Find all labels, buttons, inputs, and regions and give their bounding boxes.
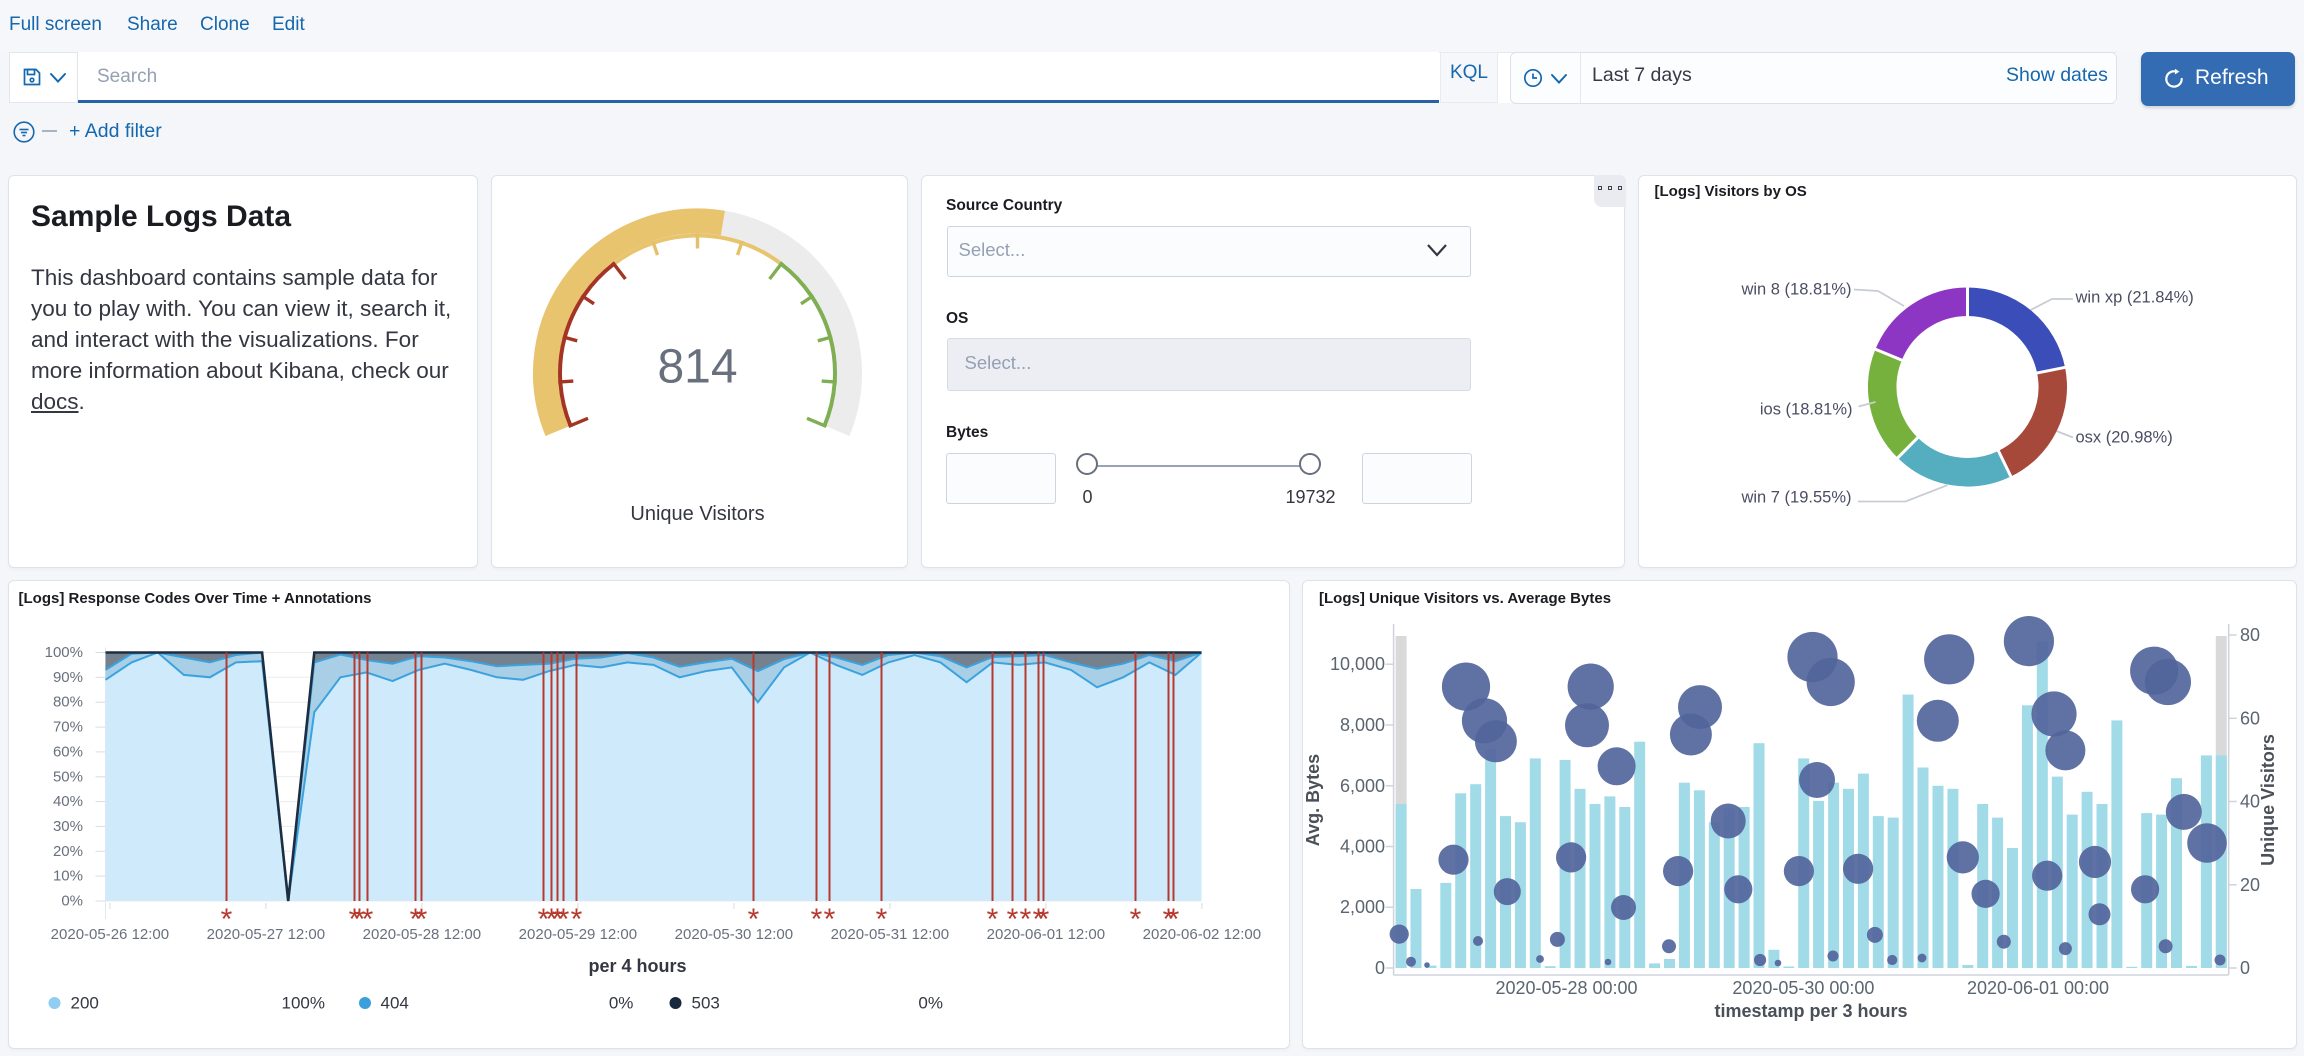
svg-text:2020-05-27 12:00: 2020-05-27 12:00 xyxy=(206,926,324,943)
svg-text:0: 0 xyxy=(1375,958,1385,978)
svg-text:0: 0 xyxy=(2240,958,2250,978)
svg-text:Avg. Bytes: Avg. Bytes xyxy=(1303,754,1323,846)
svg-text:80%: 80% xyxy=(52,694,82,711)
svg-text:10,000: 10,000 xyxy=(1330,654,1385,674)
svg-text:60: 60 xyxy=(2240,708,2260,728)
svg-text:per 4 hours: per 4 hours xyxy=(588,956,686,976)
svg-text:50%: 50% xyxy=(52,768,82,785)
svg-text:90%: 90% xyxy=(52,669,82,686)
svg-text:503: 503 xyxy=(691,994,719,1013)
svg-text:0%: 0% xyxy=(918,994,943,1013)
svg-text:Unique Visitors: Unique Visitors xyxy=(2258,734,2278,866)
svg-text:2020-06-01 00:00: 2020-06-01 00:00 xyxy=(1967,978,2109,998)
svg-text:ios (18.81%): ios (18.81%) xyxy=(1759,400,1852,418)
svg-text:60%: 60% xyxy=(52,743,82,760)
svg-text:win xp (21.84%): win xp (21.84%) xyxy=(2074,288,2193,306)
svg-text:2020-05-26 12:00: 2020-05-26 12:00 xyxy=(50,926,168,943)
svg-text:30%: 30% xyxy=(52,818,82,835)
svg-text:2020-05-28 00:00: 2020-05-28 00:00 xyxy=(1495,978,1637,998)
svg-text:10%: 10% xyxy=(52,868,82,885)
svg-text:4,000: 4,000 xyxy=(1340,837,1385,857)
svg-text:70%: 70% xyxy=(52,719,82,736)
svg-text:80: 80 xyxy=(2240,625,2260,645)
svg-text:*: * xyxy=(1129,903,1141,936)
svg-text:2020-06-02 12:00: 2020-06-02 12:00 xyxy=(1142,926,1260,943)
svg-text:200: 200 xyxy=(70,994,98,1013)
svg-text:20: 20 xyxy=(2240,875,2260,895)
svg-text:40%: 40% xyxy=(52,793,82,810)
svg-text:*: * xyxy=(810,903,822,936)
svg-text:2020-05-28 12:00: 2020-05-28 12:00 xyxy=(362,926,480,943)
svg-text:2020-06-01 12:00: 2020-06-01 12:00 xyxy=(986,926,1104,943)
svg-text:814: 814 xyxy=(657,340,737,393)
svg-text:20%: 20% xyxy=(52,843,82,860)
svg-text:timestamp per 3 hours: timestamp per 3 hours xyxy=(1714,1001,1907,1021)
svg-text:100%: 100% xyxy=(281,994,324,1013)
svg-text:100%: 100% xyxy=(44,644,82,661)
svg-text:Unique Visitors: Unique Visitors xyxy=(630,503,764,525)
svg-text:0%: 0% xyxy=(61,893,83,910)
svg-text:6,000: 6,000 xyxy=(1340,776,1385,796)
svg-text:osx (20.98%): osx (20.98%) xyxy=(2075,428,2172,446)
svg-text:404: 404 xyxy=(380,994,408,1013)
svg-text:2,000: 2,000 xyxy=(1340,897,1385,917)
svg-text:2020-05-30 12:00: 2020-05-30 12:00 xyxy=(674,926,792,943)
svg-text:2020-05-31 12:00: 2020-05-31 12:00 xyxy=(830,926,948,943)
svg-text:0%: 0% xyxy=(608,994,633,1013)
svg-text:2020-05-29 12:00: 2020-05-29 12:00 xyxy=(518,926,636,943)
svg-text:win 8 (18.81%): win 8 (18.81%) xyxy=(1740,280,1851,298)
svg-text:win 7 (19.55%): win 7 (19.55%) xyxy=(1740,488,1851,506)
svg-text:8,000: 8,000 xyxy=(1340,715,1385,735)
svg-text:2020-05-30 00:00: 2020-05-30 00:00 xyxy=(1732,978,1874,998)
